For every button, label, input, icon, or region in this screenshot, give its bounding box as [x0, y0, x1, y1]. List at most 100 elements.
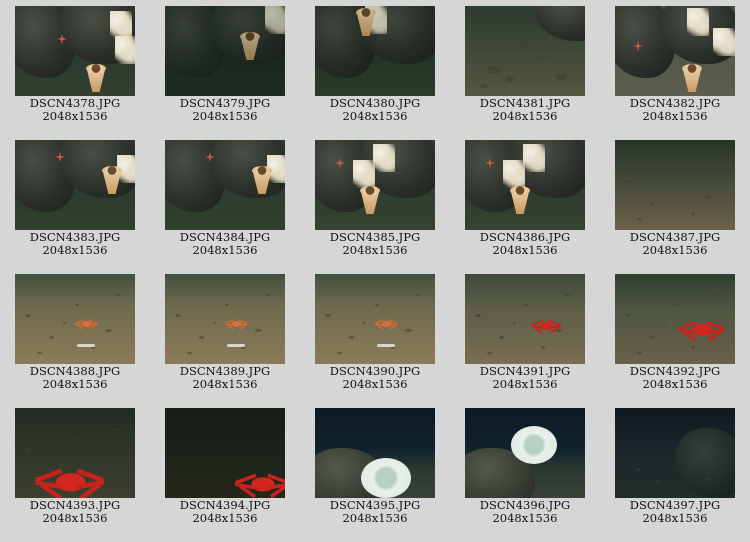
vase-sponge-rim	[360, 186, 380, 195]
thumbnail-image[interactable]	[165, 274, 285, 364]
pebble	[187, 352, 192, 354]
white-coral	[523, 144, 545, 172]
pebble	[265, 294, 270, 296]
white-worm	[77, 344, 95, 347]
pebble	[565, 294, 570, 296]
thumbnail-cell[interactable]: DSCN4380.JPG 2048x1536	[300, 0, 450, 134]
white-anemone	[511, 426, 557, 464]
shade-overlay	[315, 6, 435, 96]
pebble	[199, 336, 204, 339]
thumbnail-cell[interactable]: DSCN4378.JPG 2048x1536	[0, 0, 150, 134]
thumbnail-cell[interactable]: DSCN4389.JPG 2048x1536	[150, 268, 300, 402]
thumbnail-dimensions: 2048x1536	[492, 511, 558, 525]
thumbnail-image[interactable]	[465, 408, 585, 498]
white-anemone	[361, 458, 411, 498]
thumbnail-image[interactable]	[615, 274, 735, 364]
pebble	[705, 478, 711, 481]
thumbnail-dimensions: 2048x1536	[342, 109, 408, 123]
pebble	[715, 160, 720, 162]
thumbnail-image[interactable]	[465, 274, 585, 364]
red-crab	[530, 318, 562, 334]
pebble	[75, 438, 79, 440]
thumbnail-cell[interactable]: DSCN4390.JPG 2048x1536	[300, 268, 450, 402]
thumbnail-dimensions: 2048x1536	[642, 511, 708, 525]
thumbnail-cell[interactable]: DSCN4384.JPG 2048x1536	[150, 134, 300, 268]
thumbnail-image[interactable]	[165, 140, 285, 230]
red-crab	[34, 464, 105, 498]
thumbnail-image[interactable]	[315, 6, 435, 96]
thumbnail-cell[interactable]: DSCN4383.JPG 2048x1536	[0, 134, 150, 268]
pebble	[25, 314, 31, 317]
thumbnail-cell[interactable]: DSCN4385.JPG 2048x1536	[300, 134, 450, 268]
thumbnail-cell[interactable]: DSCN4395.JPG 2048x1536	[300, 402, 450, 536]
pebble	[637, 352, 642, 354]
pebble	[213, 322, 216, 324]
thumbnail-cell[interactable]: DSCN4391.JPG 2048x1536	[450, 268, 600, 402]
pebble	[715, 294, 720, 296]
orange-crab	[374, 318, 398, 330]
thumbnail-cell[interactable]: DSCN4388.JPG 2048x1536	[0, 268, 150, 402]
white-coral	[373, 144, 395, 172]
thumbnail-cell[interactable]: DSCN4394.JPG 2048x1536	[150, 402, 300, 536]
thumbnail-dimensions: 2048x1536	[642, 377, 708, 391]
pebble	[375, 304, 379, 306]
white-coral	[503, 160, 525, 188]
thumbnail-image[interactable]	[165, 6, 285, 96]
pebble	[513, 322, 516, 324]
pebble	[487, 66, 501, 74]
thumbnail-image[interactable]	[615, 140, 735, 230]
pebble	[705, 195, 712, 198]
pebble	[487, 352, 492, 354]
thumbnail-cell[interactable]: DSCN4379.JPG 2048x1536	[150, 0, 300, 134]
thumbnail-dimensions: 2048x1536	[192, 511, 258, 525]
thumbnail-image[interactable]	[15, 274, 135, 364]
thumbnail-cell[interactable]: DSCN4396.JPG 2048x1536	[450, 402, 600, 536]
pebble	[25, 448, 31, 451]
thumbnail-image[interactable]	[15, 140, 135, 230]
pebble	[675, 170, 679, 172]
vase-sponge-rim	[682, 64, 702, 73]
thumbnail-image[interactable]	[615, 6, 735, 96]
thumbnail-dimensions: 2048x1536	[42, 511, 108, 525]
thumbnail-image[interactable]	[465, 6, 585, 96]
thumbnail-cell[interactable]: DSCN4397.JPG 2048x1536	[600, 402, 750, 536]
pebble	[337, 352, 342, 354]
thumbnail-cell[interactable]: DSCN4386.JPG 2048x1536	[450, 134, 600, 268]
thumbnail-image[interactable]	[315, 274, 435, 364]
pebble	[637, 218, 642, 220]
thumbnail-cell[interactable]: DSCN4392.JPG 2048x1536	[600, 268, 750, 402]
vase-sponge-rim	[102, 166, 122, 175]
thumbnail-image[interactable]	[15, 408, 135, 498]
thumbnail-cell[interactable]: DSCN4381.JPG 2048x1536	[450, 0, 600, 134]
pebble	[537, 56, 545, 61]
orange-crab	[224, 318, 248, 330]
pebble	[649, 336, 654, 339]
thumbnail-image[interactable]	[315, 140, 435, 230]
thumbnail-cell[interactable]: DSCN4393.JPG 2048x1536	[0, 402, 150, 536]
thumbnail-image[interactable]	[465, 140, 585, 230]
pebble	[115, 428, 120, 430]
thumbnail-cell[interactable]: DSCN4387.JPG 2048x1536	[600, 134, 750, 268]
pebble	[649, 202, 654, 205]
thumbnail-dimensions: 2048x1536	[342, 511, 408, 525]
thumbnail-cell[interactable]: DSCN4382.JPG 2048x1536	[600, 0, 750, 134]
thumbnail-image[interactable]	[165, 408, 285, 498]
thumbnail-dimensions: 2048x1536	[42, 109, 108, 123]
pebble	[675, 304, 679, 306]
pebble	[625, 314, 631, 317]
white-worm	[227, 344, 245, 347]
thumbnail-dimensions: 2048x1536	[492, 243, 558, 257]
pebble	[520, 46, 526, 50]
thumbnail-image[interactable]	[315, 408, 435, 498]
vase-sponge-rim	[252, 166, 272, 175]
orange-crab	[74, 318, 98, 330]
seafloor-background	[615, 140, 735, 230]
pebble	[405, 329, 412, 332]
vase-sponge-rim	[86, 64, 106, 73]
thumbnail-dimensions: 2048x1536	[492, 109, 558, 123]
pebble	[63, 456, 66, 458]
thumbnail-image[interactable]	[15, 6, 135, 96]
thumbnail-image[interactable]	[615, 408, 735, 498]
white-coral	[353, 160, 375, 188]
pebble	[499, 336, 504, 339]
